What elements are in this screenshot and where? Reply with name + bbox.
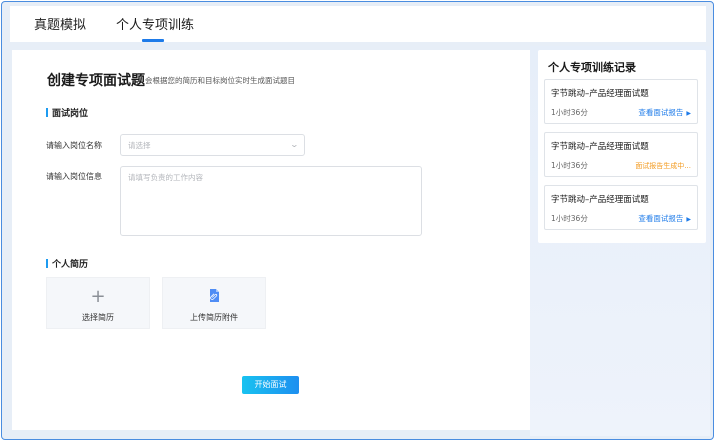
section-title: 面试岗位 bbox=[52, 109, 89, 119]
position-name-label: 请输入岗位名称 bbox=[46, 141, 102, 150]
record-duration: 1小时36分 bbox=[551, 214, 588, 223]
section-heading-position: 面试岗位 bbox=[46, 106, 88, 119]
tab-real-exam[interactable]: 真题模拟 bbox=[34, 14, 86, 33]
app-window: 真题模拟 个人专项训练 创建专项面试题 会根据您的简历和目标岗位实时生成面试题目… bbox=[1, 1, 714, 440]
page-subtitle: 会根据您的简历和目标岗位实时生成面试题目 bbox=[145, 76, 295, 85]
upload-resume-button[interactable]: 上传简历附件 bbox=[162, 277, 266, 329]
plus-icon: + bbox=[90, 286, 106, 307]
select-placeholder: 请选择 bbox=[128, 141, 151, 150]
view-report-link[interactable]: 查看面试报告 ▶ bbox=[638, 107, 691, 118]
record-title: 字节跳动–产品经理面试题 bbox=[551, 142, 649, 152]
report-generating-status: 面试报告生成中... bbox=[635, 162, 691, 170]
view-report-label: 查看面试报告 bbox=[638, 214, 684, 223]
textarea-placeholder: 请填写负责的工作内容 bbox=[128, 173, 203, 182]
position-info-label: 请输入岗位信息 bbox=[46, 172, 102, 181]
position-name-select[interactable]: 请选择 ⌄ bbox=[120, 134, 305, 156]
record-duration: 1小时36分 bbox=[551, 108, 588, 117]
triangle-right-icon: ▶ bbox=[686, 216, 691, 223]
record-card[interactable]: 字节跳动–产品经理面试题 1小时36分 查看面试报告 ▶ bbox=[544, 185, 698, 230]
chevron-down-icon: ⌄ bbox=[289, 140, 300, 149]
section-title: 个人简历 bbox=[52, 260, 89, 270]
view-report-label: 查看面试报告 bbox=[638, 108, 684, 117]
record-card[interactable]: 字节跳动–产品经理面试题 1小时36分 面试报告生成中... bbox=[544, 132, 698, 177]
section-marker bbox=[46, 108, 48, 117]
tab-personal-training[interactable]: 个人专项训练 bbox=[116, 14, 194, 33]
record-card[interactable]: 字节跳动–产品经理面试题 1小时36分 查看面试报告 ▶ bbox=[544, 79, 698, 124]
start-interview-button[interactable]: 开始面试 bbox=[242, 376, 299, 394]
active-tab-indicator bbox=[142, 39, 164, 42]
select-resume-label: 选择简历 bbox=[82, 313, 114, 322]
section-marker bbox=[46, 259, 48, 268]
view-report-link[interactable]: 查看面试报告 ▶ bbox=[638, 213, 691, 224]
triangle-right-icon: ▶ bbox=[686, 110, 691, 117]
page-title: 创建专项面试题 bbox=[47, 73, 145, 89]
training-records-panel: 个人专项训练记录 字节跳动–产品经理面试题 1小时36分 查看面试报告 ▶ 字节跳… bbox=[538, 50, 706, 243]
record-title: 字节跳动–产品经理面试题 bbox=[551, 89, 649, 99]
select-resume-button[interactable]: + 选择简历 bbox=[46, 277, 150, 329]
upload-resume-label: 上传简历附件 bbox=[190, 313, 238, 322]
position-info-textarea[interactable]: 请填写负责的工作内容 bbox=[120, 166, 422, 236]
records-title: 个人专项训练记录 bbox=[548, 61, 636, 74]
record-duration: 1小时36分 bbox=[551, 161, 588, 170]
record-title: 字节跳动–产品经理面试题 bbox=[551, 195, 649, 205]
top-tab-bar: 真题模拟 个人专项训练 bbox=[10, 6, 706, 42]
file-attachment-icon bbox=[163, 287, 265, 306]
create-interview-panel: 创建专项面试题 会根据您的简历和目标岗位实时生成面试题目 面试岗位 请输入岗位名… bbox=[12, 50, 530, 430]
section-heading-resume: 个人简历 bbox=[46, 257, 88, 270]
